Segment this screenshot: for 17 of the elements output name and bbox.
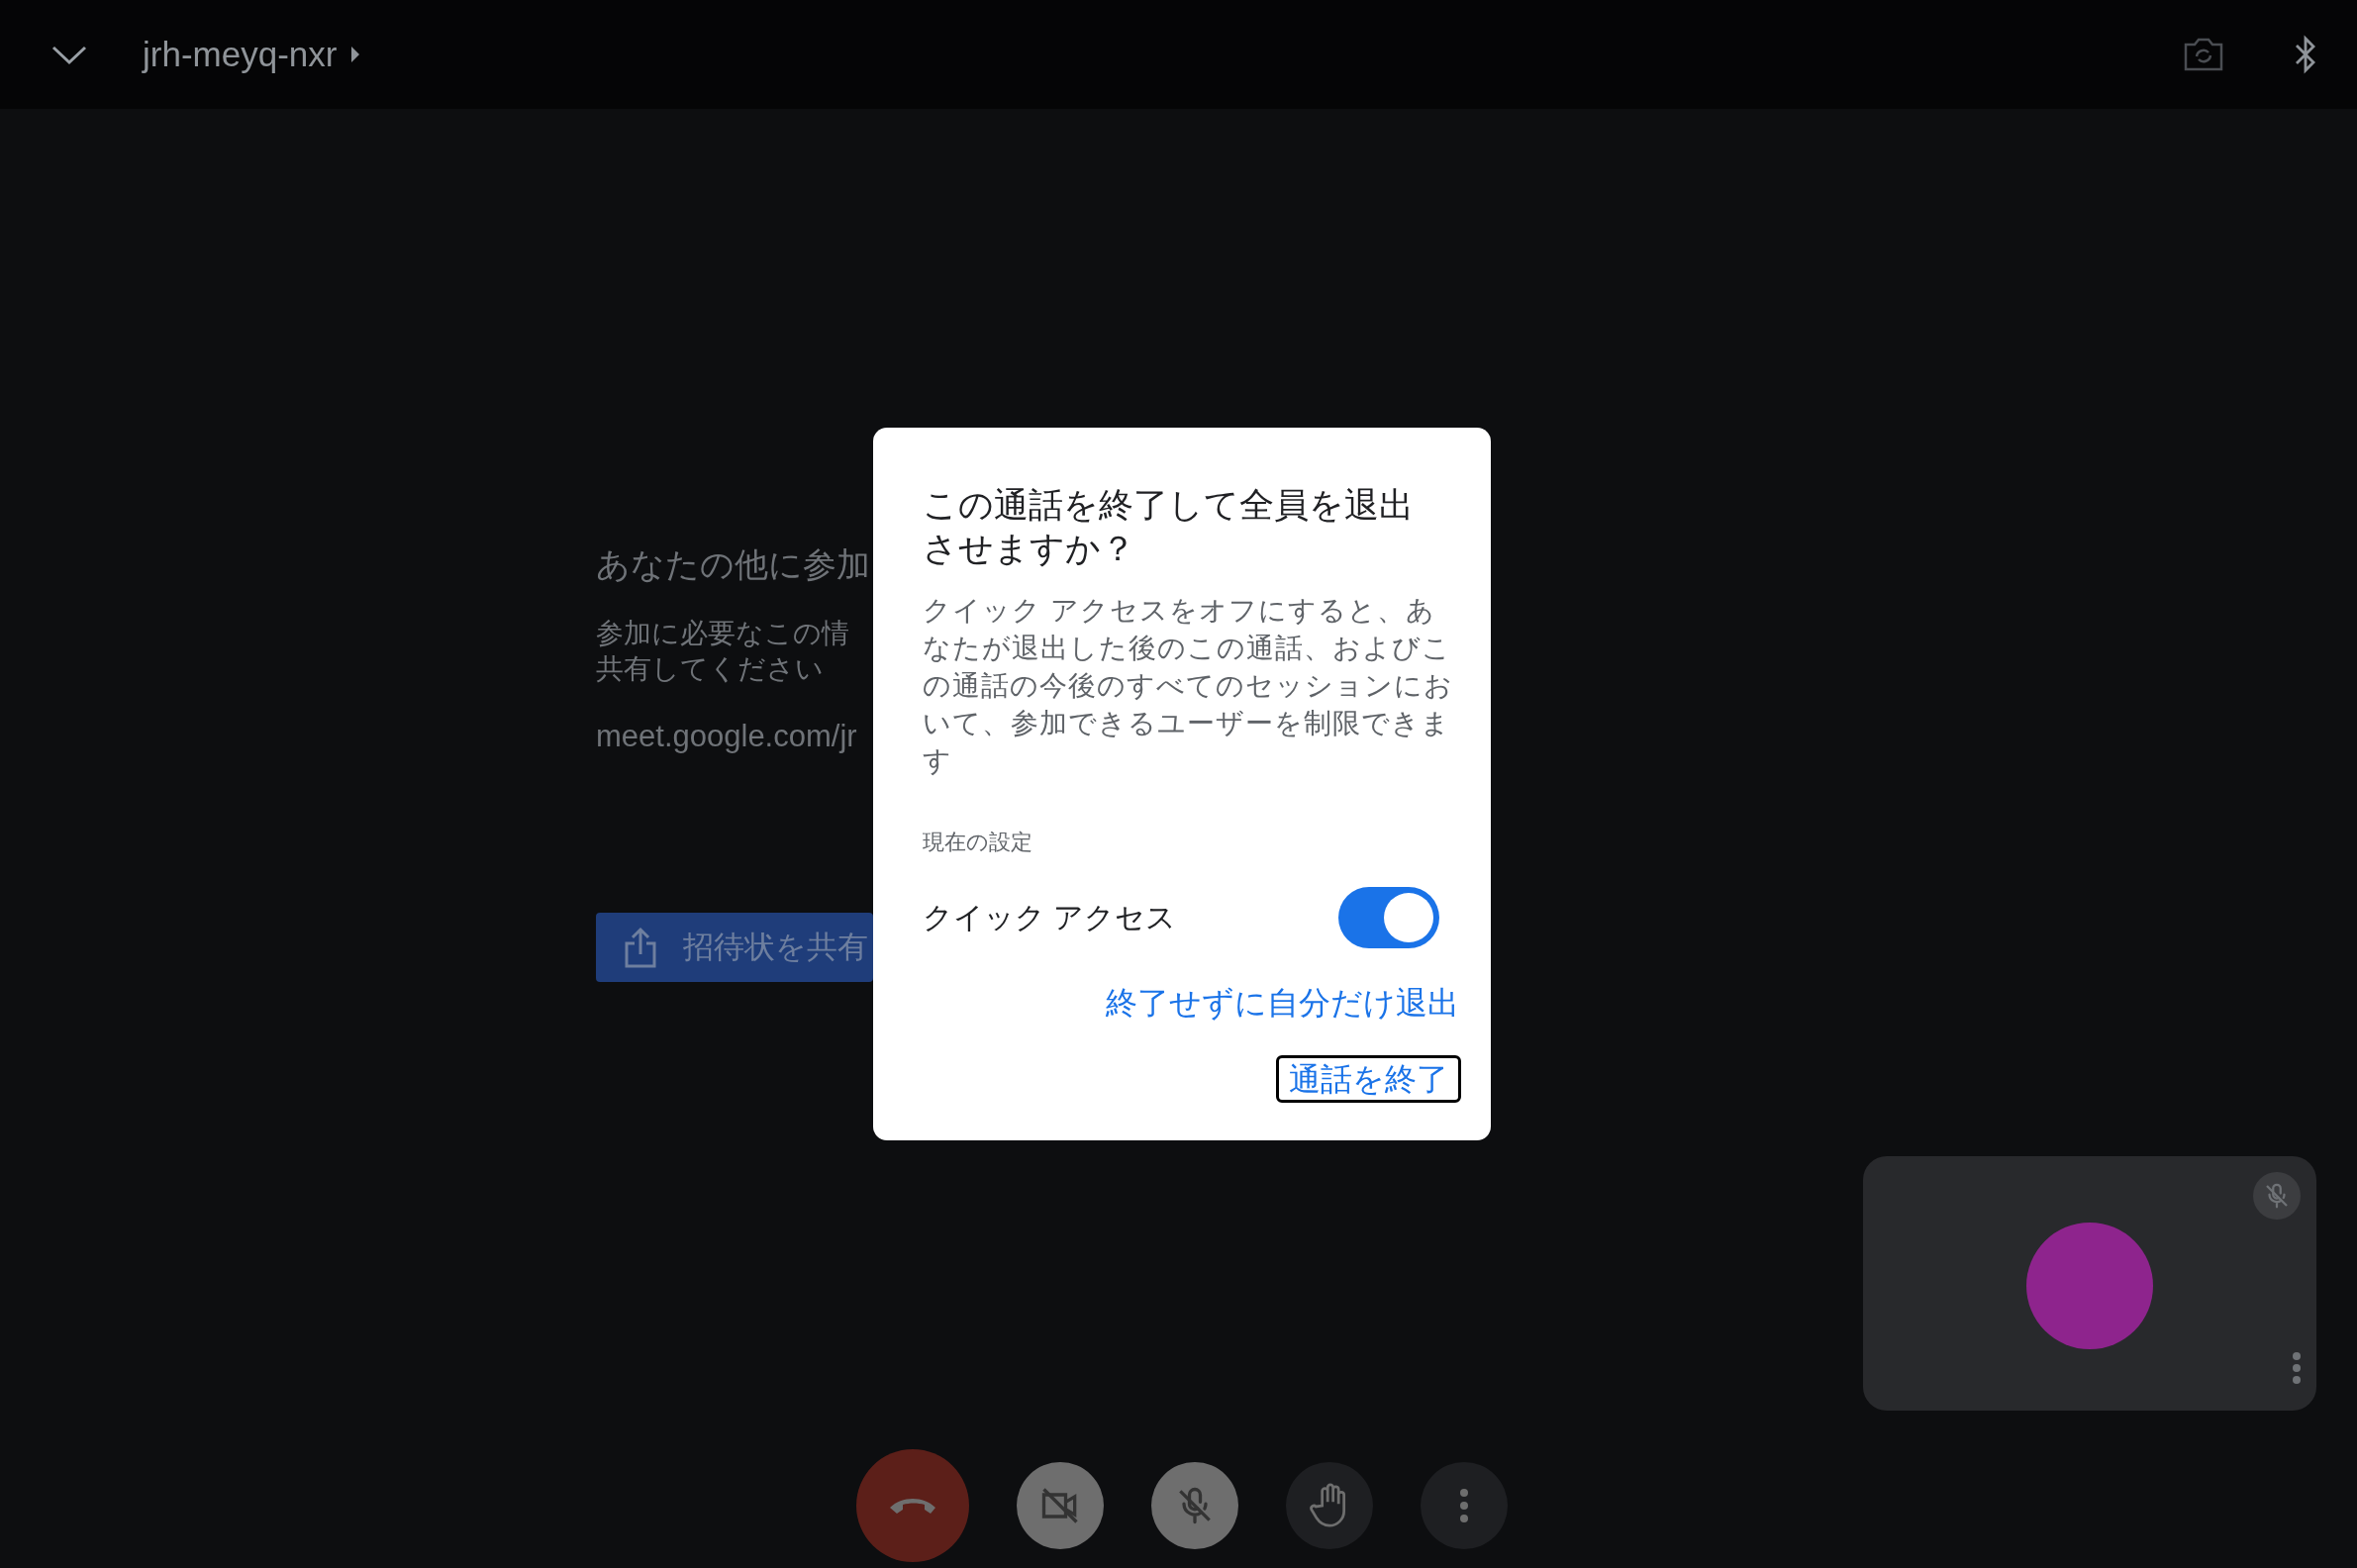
- dialog-message: クイック アクセスをオフにすると、あなたが退出した後のこの通話、およびこの通話の今後のすべてのセッションにおいて、参加できるユーザーを制限できます: [923, 594, 1453, 778]
- camera-switch-icon[interactable]: [2183, 37, 2224, 72]
- leave-only-me-link[interactable]: 終了せずに自分だけ退出: [1106, 982, 1459, 1026]
- caret-right-icon[interactable]: [350, 46, 361, 63]
- share-invite-button[interactable]: 招待状を共有: [596, 913, 873, 982]
- more-vertical-icon[interactable]: [2291, 1352, 2303, 1384]
- invite-info-text: 共有してください: [596, 652, 824, 686]
- dialog-title: この通話を終了して全員を退出させますか？: [923, 484, 1415, 569]
- end-call-button[interactable]: 通話を終了: [1276, 1055, 1461, 1103]
- share-icon: [624, 927, 657, 968]
- invite-heading: あなたの他に参加: [596, 544, 870, 585]
- more-vertical-icon: [1458, 1488, 1469, 1523]
- meeting-code[interactable]: jrh-meyq-nxr: [143, 35, 338, 74]
- bluetooth-icon[interactable]: [2294, 35, 2317, 74]
- section-label: 現在の設定: [923, 829, 1033, 856]
- setting-label: クイック アクセス: [923, 899, 1177, 935]
- invite-info-text: 参加に必要なこの情: [596, 617, 849, 650]
